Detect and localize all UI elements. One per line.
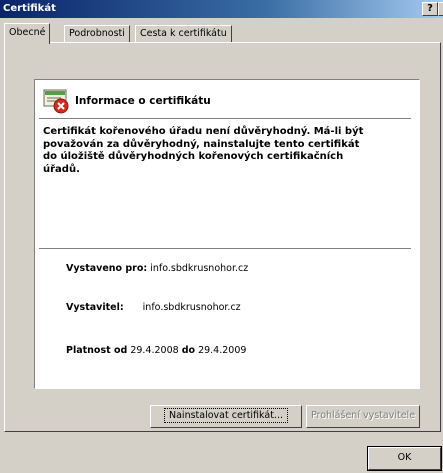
- issued-by-value: info.sbdkrusnohor.cz: [142, 302, 241, 313]
- certificate-error-icon: [43, 89, 69, 114]
- issued-to-row: Vystaveno pro: info.sbdkrusnohor.cz: [66, 263, 248, 274]
- issued-to-label: Vystaveno pro:: [66, 263, 148, 274]
- ok-button[interactable]: OK: [367, 446, 442, 471]
- help-button[interactable]: ?: [422, 2, 438, 16]
- issued-by-row: Vystavitel: info.sbdkrusnohor.cz: [66, 302, 241, 313]
- validity-label: Platnost od: [66, 345, 128, 356]
- tab-general[interactable]: Obecné: [4, 23, 51, 44]
- tab-details[interactable]: Podrobnosti: [64, 25, 130, 43]
- install-certificate-button[interactable]: Nainstalovat certifikát...: [150, 405, 302, 428]
- divider: [39, 118, 411, 119]
- divider: [39, 248, 411, 249]
- issued-to-value: info.sbdkrusnohor.cz: [150, 263, 249, 274]
- install-certificate-label: Nainstalovat certifikát...: [164, 408, 288, 423]
- valid-from-value: 29.4.2008: [130, 345, 179, 356]
- validity-row: Platnost od 29.4.2008 do 29.4.2009: [66, 345, 246, 356]
- trust-warning-text: Certifikát kořenového úřadu není důvěryh…: [43, 126, 364, 175]
- tab-certification-path[interactable]: Cesta k certifikátu: [135, 25, 232, 43]
- title-bar[interactable]: Certifikát ? ×: [0, 0, 443, 18]
- info-title: Informace o certifikátu: [75, 95, 211, 107]
- close-button[interactable]: ×: [438, 2, 443, 16]
- window-title: Certifikát: [3, 3, 56, 14]
- issuer-statement-button: Prohlášení vystavitele: [306, 405, 420, 428]
- issued-by-label: Vystavitel:: [66, 302, 124, 313]
- valid-to-value: 29.4.2009: [198, 345, 247, 356]
- validity-to-label: do: [181, 345, 196, 356]
- certificate-info-box: Informace o certifikátu Certifikát kořen…: [34, 79, 420, 389]
